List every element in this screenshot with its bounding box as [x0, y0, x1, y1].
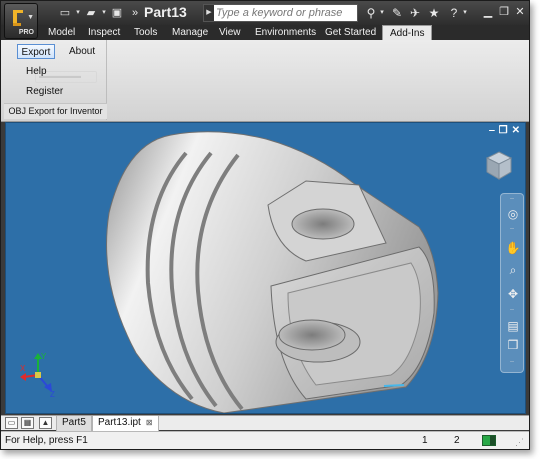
piston-model[interactable] — [6, 123, 526, 414]
graphics-viewport[interactable]: ‒ ❐ ✕ ‥ ◎ ‥ ✋ ⌕ ✥ ‥ ▤ ❒ ‥ Y X Z — [5, 122, 526, 414]
doc-tab-part13[interactable]: Part13.ipt ⊠ — [92, 416, 159, 431]
triad-z-label: Z — [50, 390, 55, 397]
status-indicator-icon — [482, 435, 496, 446]
tab-environments[interactable]: Environments — [255, 25, 316, 40]
steering-wheel-icon[interactable]: ◎ — [505, 206, 521, 222]
viewport-close-icon[interactable]: ✕ — [512, 126, 520, 136]
ribbon-tab-bar: Model Inspect Tools Manage View Environm… — [1, 25, 529, 61]
document-menu-icon[interactable]: ▲ — [39, 417, 52, 429]
more-tools-icon[interactable]: » — [127, 5, 143, 21]
view-cube-icon[interactable] — [486, 151, 512, 181]
close-tab-icon[interactable]: ⊠ — [146, 418, 153, 427]
tab-add-ins[interactable]: Add-Ins — [382, 25, 433, 40]
help-icon[interactable]: ? — [446, 5, 462, 21]
viewport-window-controls: ‒ ❐ ✕ — [489, 126, 520, 136]
look-at-icon[interactable]: ▤ — [505, 318, 521, 334]
full-navigation-icon[interactable]: ❒ — [505, 337, 521, 353]
subscription-tools-icon[interactable]: ✎ — [389, 5, 405, 21]
register-button[interactable]: Register — [23, 84, 66, 99]
inventor-window: ▼ PRO ▭ ▾ ▰ ▾ ▣ » Part13 ▶ ⚲ ▾ ✎ ✈ ★ ? ▾… — [0, 0, 530, 450]
new-file-icon[interactable]: ▭ — [57, 5, 73, 21]
zoom-icon[interactable]: ⌕ — [505, 262, 521, 278]
navigation-bar: ‥ ◎ ‥ ✋ ⌕ ✥ ‥ ▤ ❒ ‥ — [500, 193, 524, 373]
minimize-icon[interactable]: ▁ — [481, 5, 495, 19]
status-bar: For Help, press F1 1 2 ⋰ — [1, 431, 529, 449]
ribbon-panel-area: Export About ▬▬▬▬▬▬ Help Register OBJ Ex… — [1, 40, 529, 122]
tab-manage[interactable]: Manage — [172, 25, 208, 40]
obj-export-panel: Export About ▬▬▬▬▬▬ Help Register OBJ Ex… — [4, 40, 107, 120]
title-bar: ▼ PRO ▭ ▾ ▰ ▾ ▣ » Part13 ▶ ⚲ ▾ ✎ ✈ ★ ? ▾… — [1, 1, 529, 39]
application-menu-button[interactable]: ▼ PRO — [4, 3, 38, 39]
tab-model[interactable]: Model — [48, 25, 75, 40]
navbar-separator: ‥ — [510, 195, 515, 201]
binoculars-dropdown-icon[interactable]: ▾ — [379, 5, 385, 21]
pan-icon[interactable]: ✋ — [505, 240, 521, 256]
open-folder-icon[interactable]: ▰ — [83, 5, 99, 21]
doc-tab-label: Part13.ipt — [98, 417, 141, 428]
about-button[interactable]: About — [66, 44, 98, 59]
status-count-1: 1 — [422, 435, 428, 446]
orbit-icon[interactable]: ✥ — [505, 286, 521, 302]
doc-tab-label: Part5 — [62, 417, 86, 428]
doc-tab-part5[interactable]: Part5 — [56, 416, 92, 431]
triad-x-label: X — [20, 364, 26, 373]
favorites-star-icon[interactable]: ★ — [426, 5, 442, 21]
document-title: Part13 — [144, 4, 187, 20]
panel-title: OBJ Export for Inventor — [4, 103, 107, 119]
search-input[interactable] — [216, 6, 356, 20]
tab-inspect[interactable]: Inspect — [88, 25, 120, 40]
export-button[interactable]: Export — [17, 44, 55, 59]
pro-badge: PRO — [18, 29, 34, 36]
app-menu-arrow-icon: ▼ — [27, 14, 34, 21]
communication-center-icon[interactable]: ✈ — [407, 5, 423, 21]
save-icon[interactable]: ▣ — [109, 5, 125, 21]
tile-windows-icon[interactable]: ▭ — [5, 417, 18, 429]
tab-tools[interactable]: Tools — [134, 25, 157, 40]
tab-get-started[interactable]: Get Started — [325, 25, 376, 40]
navbar-separator: ‥ — [510, 358, 515, 364]
new-dropdown-icon[interactable]: ▾ — [75, 5, 81, 21]
navbar-separator: ‥ — [510, 306, 515, 312]
restore-icon[interactable]: ❐ — [497, 5, 511, 19]
close-icon[interactable]: ✕ — [513, 5, 527, 19]
help-dropdown-icon[interactable]: ▾ — [462, 5, 468, 21]
coordinate-triad-icon: Y X Z — [20, 352, 55, 397]
status-count-2: 2 — [454, 435, 460, 446]
viewport-restore-icon[interactable]: ❐ — [499, 126, 508, 136]
tab-view[interactable]: View — [219, 25, 241, 40]
resize-grip-icon[interactable]: ⋰ — [515, 437, 524, 448]
help-button[interactable]: Help — [23, 64, 50, 79]
inventor-logo-icon — [13, 10, 23, 26]
triad-y-label: Y — [41, 352, 47, 361]
search-box[interactable]: ▶ — [203, 4, 358, 22]
navbar-separator: ‥ — [510, 225, 515, 231]
viewport-minimize-icon[interactable]: ‒ — [489, 126, 495, 136]
binoculars-icon[interactable]: ⚲ — [363, 5, 379, 21]
status-help-text: For Help, press F1 — [5, 435, 88, 446]
cascade-windows-icon[interactable]: ▦ — [21, 417, 34, 429]
document-tab-bar: ▭ ▦ ▲ Part5 Part13.ipt ⊠ — [1, 415, 529, 431]
quick-access-toolbar: ▭ ▾ ▰ ▾ ▣ » — [57, 5, 143, 21]
open-dropdown-icon[interactable]: ▾ — [101, 5, 107, 21]
search-expand-icon[interactable]: ▶ — [204, 5, 214, 21]
